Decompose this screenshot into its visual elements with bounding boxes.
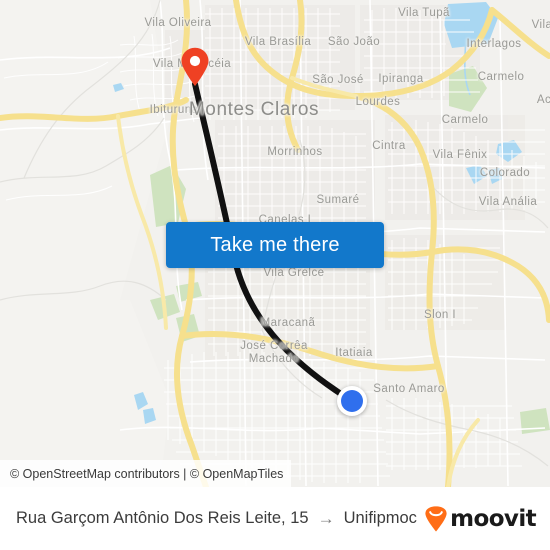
- footer-bar: Rua Garçom Antônio Dos Reis Leite, 15 → …: [0, 487, 550, 550]
- moovit-logo[interactable]: moovit: [424, 505, 537, 532]
- origin-address-label: Rua Garçom Antônio Dos Reis Leite, 15: [16, 509, 309, 527]
- map-canvas[interactable]: .st { fill:none; stroke:#ffffff; stroke-…: [0, 0, 550, 487]
- attribution-text[interactable]: © OpenStreetMap contributors | © OpenMap…: [10, 467, 283, 481]
- destination-label: Unifipmoc: [343, 509, 417, 527]
- take-me-there-button[interactable]: Take me there: [166, 222, 384, 268]
- moovit-route-screen: .st { fill:none; stroke:#ffffff; stroke-…: [0, 0, 550, 550]
- pin-icon: [181, 47, 209, 86]
- moovit-pin-icon: [425, 505, 447, 531]
- origin-marker-pin[interactable]: [180, 47, 210, 87]
- moovit-wordmark: moovit: [450, 505, 536, 532]
- arrow-right-icon: →: [317, 508, 335, 528]
- destination-marker-dot[interactable]: [337, 386, 367, 416]
- route-summary: Rua Garçom Antônio Dos Reis Leite, 15 → …: [16, 509, 424, 528]
- map-attribution: © OpenStreetMap contributors | © OpenMap…: [0, 460, 292, 487]
